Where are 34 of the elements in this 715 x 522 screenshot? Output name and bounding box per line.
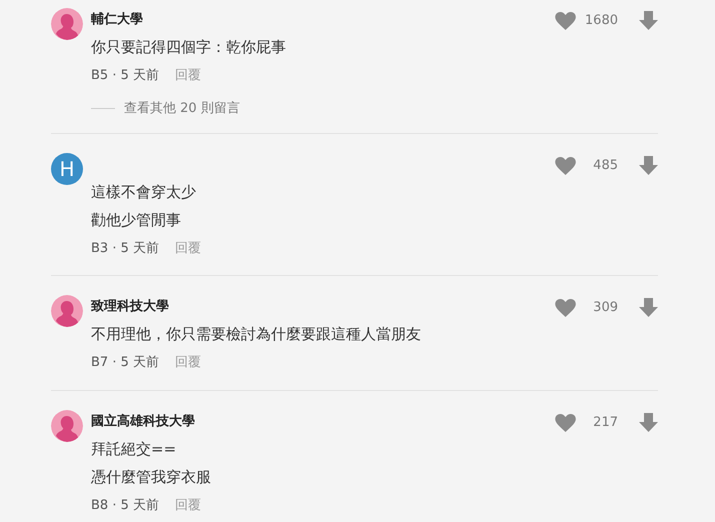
like-count: 309	[592, 300, 618, 314]
floor-time: B3 · 5 天前	[91, 240, 159, 257]
author-name[interactable]: 致理科技大學	[91, 297, 555, 315]
comment-text: 拜託絕交==	[91, 439, 178, 460]
reply-link[interactable]: 回覆	[175, 239, 201, 257]
heart-icon[interactable]	[555, 299, 576, 317]
heart-icon[interactable]	[555, 414, 576, 432]
comment-text: 不用理他，你只需要檢討為什麼要跟這種人當朋友	[91, 324, 422, 345]
like-count: 217	[592, 414, 618, 430]
reply-link[interactable]: 回覆	[175, 353, 201, 371]
author-name[interactable]: 輔仁大學	[91, 10, 555, 28]
avatar-icon	[51, 410, 83, 442]
down-arrow-icon[interactable]	[639, 298, 658, 316]
heart-icon[interactable]	[555, 12, 576, 30]
comment-text: 這樣不會穿太少	[91, 182, 197, 203]
floor-time: B8 · 5 天前	[91, 497, 159, 514]
author-name[interactable]: 國立高雄科技大學	[91, 412, 555, 430]
view-more-replies-link[interactable]: 查看其他 20 則留言	[124, 99, 240, 117]
like-count: 1680	[584, 12, 618, 28]
heart-icon[interactable]	[555, 157, 576, 175]
comment-text: 勸他少管閒事	[91, 210, 182, 231]
reply-link[interactable]: 回覆	[175, 496, 201, 514]
avatar: H	[51, 153, 83, 185]
down-arrow-icon[interactable]	[639, 412, 658, 432]
down-arrow-icon[interactable]	[639, 10, 658, 30]
floor-time: B7 · 5 天前	[91, 354, 159, 371]
avatar-icon	[51, 295, 83, 327]
comment-text: 你只要記得四個字：乾你屁事	[91, 37, 287, 58]
down-arrow-icon[interactable]	[639, 156, 658, 174]
reply-link[interactable]: 回覆	[175, 66, 201, 84]
floor-time: B5 · 5 天前	[91, 67, 159, 84]
comment-text: 憑什麼管我穿衣服	[91, 467, 212, 488]
like-count: 485	[592, 158, 618, 172]
avatar-icon	[51, 8, 83, 40]
